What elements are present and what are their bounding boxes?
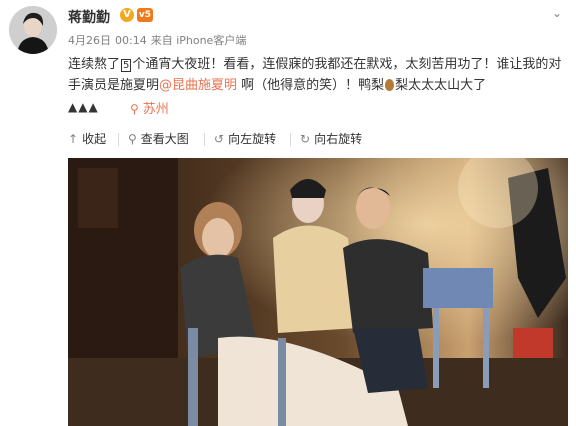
post-text-segment: 个通宵大夜班！看看，连假寐的我都还在默戏，太刻苦用功了！谁让 [132,57,523,72]
collapse-button[interactable]: ↑ 收起 [68,130,106,147]
arrow-up-icon: ↑ [68,131,79,146]
boxed-number: 5 [121,59,132,72]
rotate-left-label: 向左旋转 [228,132,277,146]
post-photo[interactable] [68,158,568,426]
pear-emoji-icon [385,79,395,91]
emoji-row: ▲▲▲ [68,100,99,114]
toolbar-divider [118,133,119,146]
toolbar-divider [204,133,205,146]
post-photo-image [68,158,568,426]
rotate-left-button[interactable]: ↺ 向左旋转 [214,130,276,147]
post-source[interactable]: 来自 iPhone客户端 [151,34,247,47]
toolbar-divider [290,133,291,146]
post-text: 连续熬了 5 个通宵大夜班！看看，连假寐的我都还在默戏，太刻苦用功了！谁让我的对手演… [68,54,568,96]
rotate-right-label: 向右旋转 [314,132,363,146]
username[interactable]: 蒋勤勤 [68,7,110,27]
rotate-right-button[interactable]: ↻ 向右旋转 [300,130,362,147]
view-large-label: 查看大图 [140,132,189,146]
verified-badge[interactable]: V [120,8,134,22]
location-pin-icon: ⚲ [130,102,139,116]
vip-badge[interactable]: v5 [137,8,153,22]
post-text-segment: 啊（他得意的笑）！鸭梨 [237,78,385,93]
post-time[interactable]: 00:14 [115,34,147,47]
post-text-segment: 连续熬了 [68,57,121,72]
chevron-down-icon[interactable]: ⌄ [552,6,562,20]
avatar-image [9,6,57,54]
magnifier-icon: ⚲ [128,131,137,146]
image-toolbar: ↑ 收起 ⚲ 查看大图 ↺ 向左旋转 ↻ 向右旋转 [68,130,558,150]
collapse-label: 收起 [82,132,107,146]
rotate-left-icon: ↺ [214,131,225,146]
avatar[interactable] [9,6,57,54]
post-text-segment: 梨太太太山大了 [395,78,487,93]
rotate-right-icon: ↻ [300,131,311,146]
mention-link[interactable]: @昆曲施夏明 [159,78,237,93]
view-large-button[interactable]: ⚲ 查看大图 [128,130,189,147]
location-label: 苏州 [142,102,169,117]
post-meta: 4月26日 00:14 来自 iPhone客户端 [68,32,250,48]
location-link[interactable]: ⚲ 苏州 [130,98,169,117]
post-date[interactable]: 4月26日 [68,34,111,47]
